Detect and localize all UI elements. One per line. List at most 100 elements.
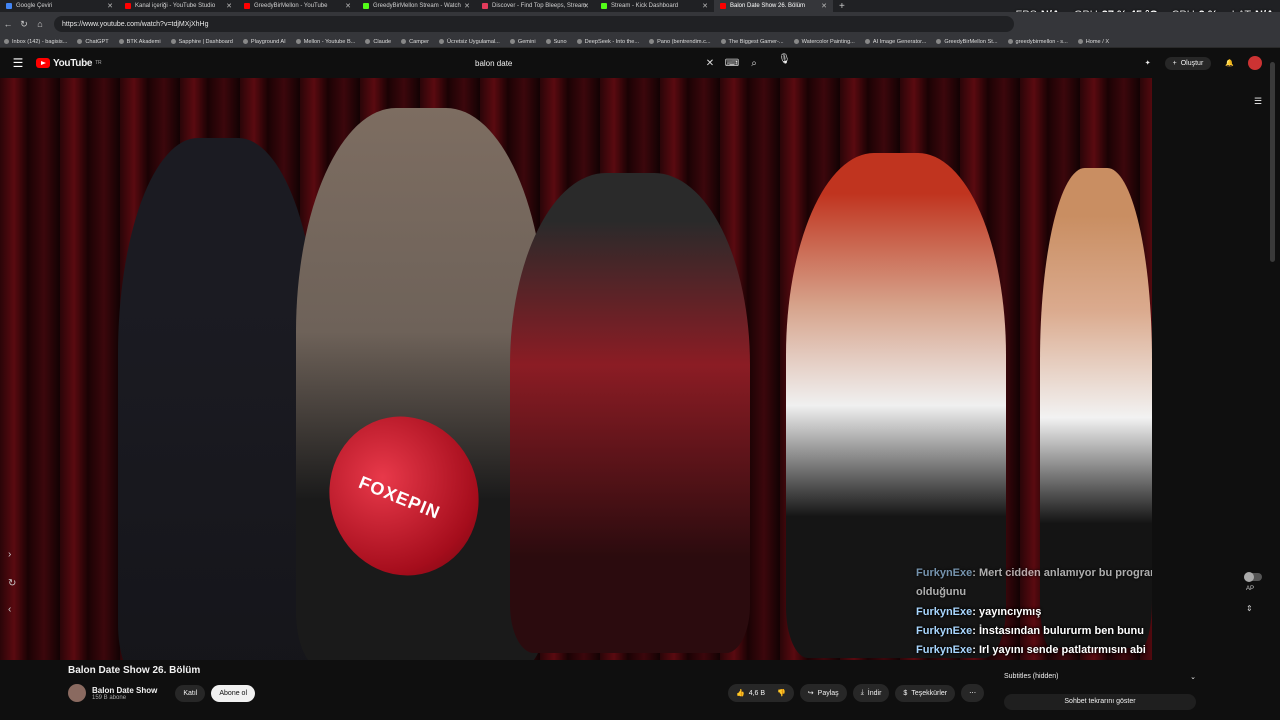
bookmark-item[interactable]: Sapphire | Dashboard	[170, 39, 233, 45]
chat-menu-icon[interactable]: ☰	[1254, 96, 1262, 107]
bookmark-item[interactable]: Claude	[365, 39, 391, 45]
more-actions-button[interactable]: ⋯	[961, 684, 985, 702]
search-input[interactable]: balon date	[465, 59, 699, 68]
close-icon[interactable]: ✕	[226, 2, 232, 10]
chevron-left-icon[interactable]: ‹	[8, 604, 11, 615]
video-player[interactable]: FOXEPIN FurkynExe: Mert cidden anlamıyor…	[0, 78, 1152, 660]
autoplay-toggle[interactable]	[1244, 572, 1262, 582]
logo-text: YouTube	[53, 57, 93, 69]
close-icon[interactable]: ✕	[345, 2, 351, 10]
bookmark-item[interactable]: Ücretsiz Uygulamal...	[439, 39, 500, 45]
home-icon[interactable]: ⌂	[32, 19, 48, 29]
chat-username[interactable]: FurkynExe	[916, 567, 972, 579]
bookmark-item[interactable]: Playground AI	[242, 38, 286, 45]
microphone-icon[interactable]: 🎙	[778, 54, 791, 65]
thumbs-up-icon: 👍	[736, 690, 745, 697]
person-red-flannel	[510, 173, 750, 653]
scrollbar[interactable]	[1270, 62, 1275, 262]
kick-icon	[601, 3, 607, 9]
keyboard-icon[interactable]: ⌨	[721, 58, 743, 69]
bookmark-favicon-icon	[545, 39, 551, 44]
bookmark-item[interactable]: Gemini	[509, 39, 536, 45]
youtube-icon	[244, 3, 250, 9]
close-icon[interactable]: ✕	[583, 2, 589, 10]
bookmark-item[interactable]: ChatGPT	[77, 39, 109, 45]
share-button[interactable]: ↪ Paylaş	[799, 684, 847, 702]
bookmark-favicon-icon	[864, 39, 870, 44]
subscribe-button[interactable]: Abone ol	[211, 684, 255, 702]
create-button[interactable]: + Oluştur	[1164, 56, 1212, 70]
bookmark-item[interactable]: AI Image Generator...	[864, 39, 926, 45]
reload-icon[interactable]: ↻	[16, 19, 32, 30]
bookmark-item[interactable]: GreedyBirMellon St...	[936, 39, 998, 45]
youtube-icon	[720, 3, 726, 9]
chevron-right-icon[interactable]: ›	[8, 549, 11, 560]
bookmark-label: Playground AI	[250, 38, 286, 45]
bookmark-item[interactable]: Inbox (142) - bagisis...	[4, 39, 67, 45]
thumbs-down-icon[interactable]: 👎	[777, 689, 786, 697]
browser-tab[interactable]: GreedyBirMellon Stream - Watch ✕	[357, 0, 476, 12]
download-button[interactable]: ⤓ İndir	[852, 684, 890, 702]
bookmark-item[interactable]: Home / X	[1077, 39, 1109, 45]
close-icon[interactable]: ✕	[702, 2, 708, 10]
close-icon[interactable]: ✕	[821, 2, 827, 10]
chat-text: : İnstasından bulururm ben bunu	[972, 624, 1144, 637]
bookmark-item[interactable]: Suno	[545, 39, 567, 45]
url-field[interactable]: https://www.youtube.com/watch?v=tdjMXjXh…	[54, 16, 1014, 32]
clear-search-icon[interactable]: ✕	[699, 58, 721, 69]
bookmark-favicon-icon	[4, 39, 9, 44]
bookmark-item[interactable]: Watercolor Painting...	[793, 39, 855, 45]
chat-username[interactable]: FurkynExe	[916, 606, 972, 618]
browser-tab[interactable]: GreedyBirMellon - YouTube ✕	[238, 0, 357, 12]
like-button[interactable]: 👍 4,6 B 👎	[728, 684, 794, 702]
notifications-bell-icon[interactable]: 🔔	[1225, 59, 1234, 67]
close-icon[interactable]: ✕	[464, 2, 470, 10]
bookmark-label: DeepSeek - Into the...	[584, 38, 640, 45]
channel-name[interactable]: Balon Date Show	[92, 686, 157, 695]
new-tab-button[interactable]: +	[833, 1, 851, 12]
bookmark-item[interactable]: Pano (bentrendim.c...	[649, 39, 711, 45]
bookmark-favicon-icon	[365, 39, 371, 44]
bookmark-item[interactable]: The Biggest Gamer-...	[720, 38, 784, 45]
show-chat-replay-button[interactable]: Sohbet tekrarını göster	[1004, 694, 1196, 710]
youtube-logo[interactable]: YouTube TR	[36, 57, 102, 69]
browser-tab[interactable]: Kanal içeriği - YouTube Studio ✕	[119, 0, 238, 12]
bookmark-label: Inbox (142) - bagisis...	[12, 38, 68, 45]
bookmark-label: The Biggest Gamer-...	[728, 38, 784, 45]
bookmark-item[interactable]: Mellon - Youtube B...	[295, 39, 355, 45]
chevron-down-icon[interactable]: ⌄	[1190, 673, 1196, 681]
subtitles-status: Subtitles (hidden)	[1004, 673, 1059, 680]
search-box: balon date ✕ ⌨ ⌕	[465, 54, 765, 72]
tab-label: Stream - Kick Dashboard	[611, 3, 679, 9]
hamburger-menu-icon[interactable]: ☰	[0, 56, 36, 70]
extension-icon[interactable]: ✦	[1145, 59, 1151, 67]
bookmark-favicon-icon	[936, 39, 942, 44]
video-title: Balon Date Show 26. Bölüm	[68, 665, 201, 676]
replay-icon[interactable]: ↻	[8, 578, 16, 589]
chat-message: FurkynExe: yayıncıymış	[916, 603, 1152, 622]
browser-tab[interactable]: Google Çeviri ✕	[0, 0, 119, 12]
browser-tab-active[interactable]: Balon Date Show 26. Bölüm ✕	[714, 0, 833, 12]
chat-username[interactable]: FurkynExe	[916, 644, 972, 656]
browser-tab[interactable]: Stream - Kick Dashboard ✕	[595, 0, 714, 12]
bookmark-item[interactable]: Camper	[401, 39, 429, 45]
region-code: TR	[95, 60, 102, 66]
browser-tab[interactable]: Discover - Find Top Bleeps, Stream ✕	[476, 0, 595, 12]
bookmark-item[interactable]: greedybirmellon - s...	[1007, 39, 1068, 45]
join-button[interactable]: Katıl	[175, 684, 206, 702]
bookmark-favicon-icon	[242, 39, 248, 44]
chat-username[interactable]: FurkynExe	[916, 625, 972, 637]
back-arrow-icon[interactable]: ←	[0, 19, 16, 29]
avatar[interactable]	[1248, 56, 1262, 70]
expand-icon[interactable]: ⇕	[1246, 604, 1253, 613]
chat-overlay: FurkynExe: Mert cidden anlamıyor bu prog…	[916, 564, 1152, 660]
search-icon[interactable]: ⌕	[743, 58, 765, 69]
bookmark-item[interactable]: BTK Akademi	[118, 39, 161, 45]
thanks-button[interactable]: $ Teşekkürler	[895, 684, 956, 702]
bookmark-favicon-icon	[401, 39, 407, 44]
bookmark-item[interactable]: DeepSeek - Into the...	[576, 38, 640, 45]
youtube-icon	[125, 3, 131, 9]
close-icon[interactable]: ✕	[107, 2, 113, 10]
channel-avatar[interactable]	[68, 684, 86, 702]
channel-row: Balon Date Show 159 B abone Katıl Abone …	[68, 684, 255, 702]
